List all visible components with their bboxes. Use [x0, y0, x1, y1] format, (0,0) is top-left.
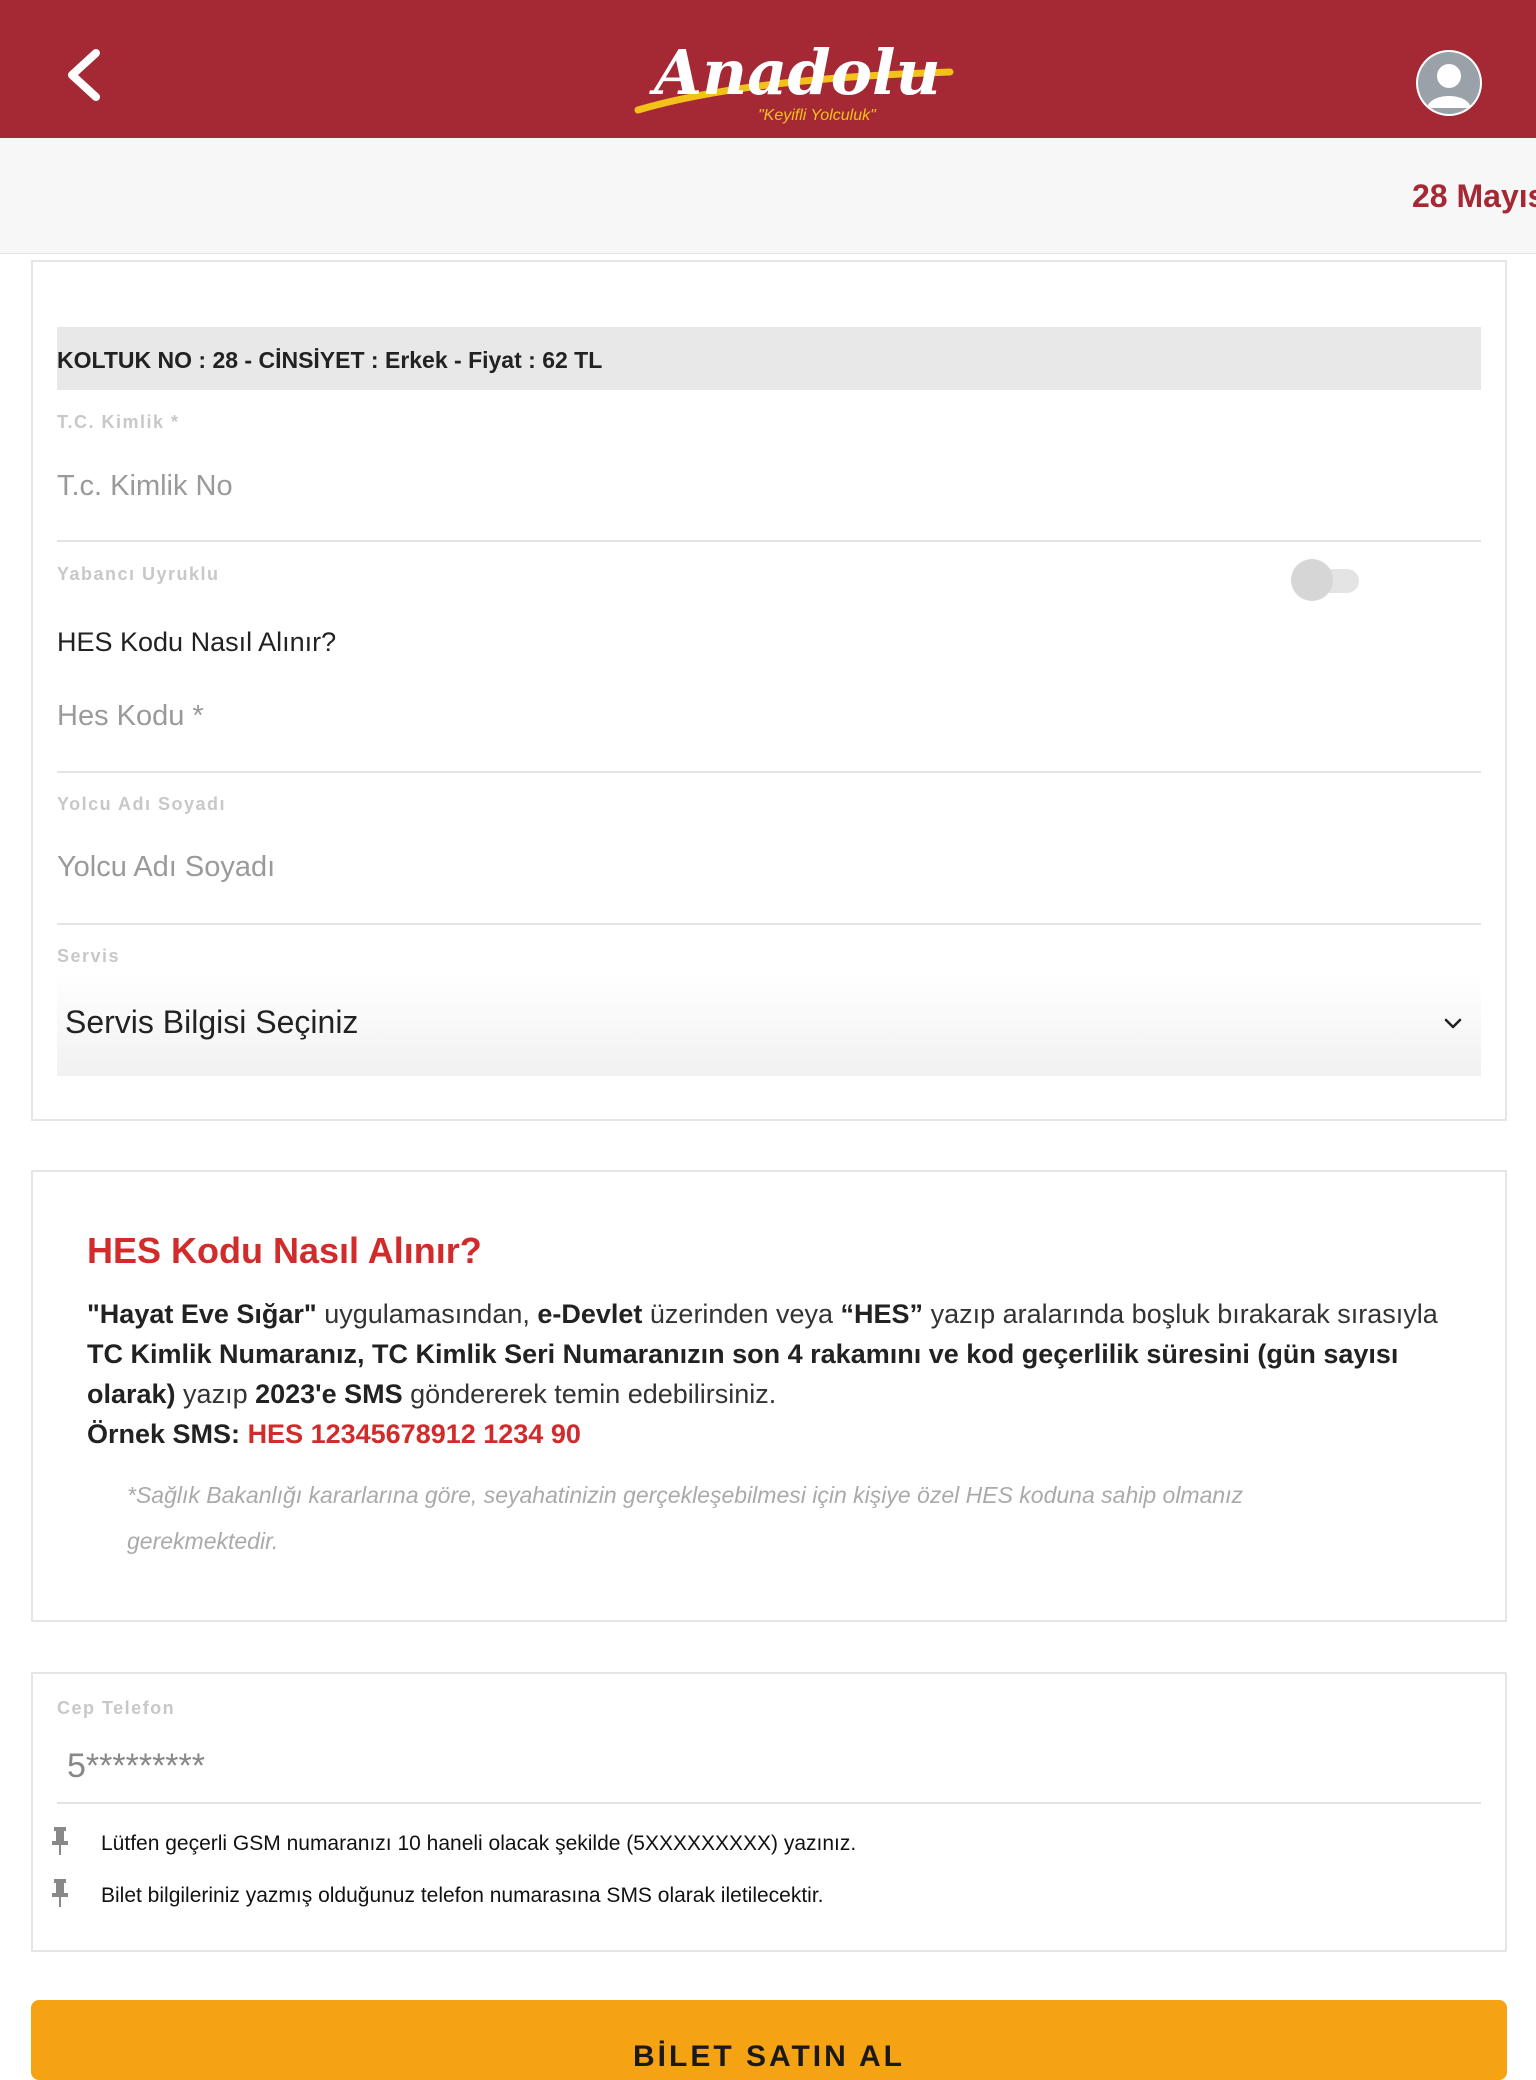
pin-icon	[52, 1879, 68, 1907]
brand-name: Anadolu	[649, 38, 941, 109]
hes-text: yazıp aralarında boşluk bırakarak sırası…	[923, 1299, 1438, 1329]
hes-text-edevlet: e-Devlet	[537, 1299, 643, 1329]
hes-help-link[interactable]: HES Kodu Nasıl Alınır?	[57, 627, 336, 658]
tc-underline	[57, 540, 1481, 542]
travel-date[interactable]: 28 Mayıs	[1412, 178, 1536, 215]
chevron-left-icon	[68, 49, 100, 101]
seat-info-bar: KOLTUK NO : 28 - CİNSİYET : Erkek - Fiya…	[57, 327, 1481, 390]
seat-info-text: KOLTUK NO : 28 - CİNSİYET : Erkek - Fiya…	[57, 347, 603, 373]
phone-label: Cep Telefon	[57, 1698, 176, 1718]
service-label: Servis	[57, 946, 121, 966]
chevron-down-icon	[1444, 1018, 1462, 1029]
passenger-name-input[interactable]	[57, 837, 1481, 897]
profile-avatar[interactable]	[1416, 50, 1482, 116]
example-sms-value: HES 12345678912 1234 90	[247, 1419, 581, 1449]
service-select[interactable]: Servis Bilgisi Seçiniz	[57, 974, 1481, 1076]
phone-input[interactable]	[67, 1736, 1481, 1796]
service-select-value: Servis Bilgisi Seçiniz	[65, 1004, 359, 1040]
hes-info-body: "Hayat Eve Sığar" uygulamasından, e-Devl…	[87, 1294, 1467, 1454]
hes-text-keyword: “HES”	[840, 1299, 924, 1329]
buy-ticket-button[interactable]: BİLET SATIN AL	[31, 2000, 1507, 2080]
name-label: Yolcu Adı Soyadı	[57, 794, 227, 814]
pin-icon	[52, 1827, 68, 1855]
back-button[interactable]	[60, 45, 112, 105]
hes-underline	[57, 771, 1481, 773]
health-ministry-note: *Sağlık Bakanlığı kararlarına göre, seya…	[127, 1482, 1244, 1554]
phone-underline	[57, 1802, 1481, 1804]
hes-text: yazıp	[175, 1379, 256, 1409]
app-header: Anadolu "Keyifli Yolculuk"	[0, 0, 1536, 138]
foreign-label: Yabancı Uyruklu	[57, 564, 220, 584]
toggle-knob	[1291, 559, 1333, 601]
hes-code-input[interactable]	[57, 686, 1481, 746]
tc-kimlik-input[interactable]	[57, 456, 1481, 516]
foreign-nationality-toggle[interactable]	[1291, 558, 1363, 602]
hes-text-app: "Hayat Eve Sığar"	[87, 1299, 317, 1329]
hes-text: uygulamasından,	[316, 1299, 538, 1329]
passenger-card: KOLTUK NO : 28 - CİNSİYET : Erkek - Fiya…	[31, 260, 1507, 1121]
example-sms-label: Örnek SMS:	[87, 1419, 241, 1449]
name-underline	[57, 923, 1481, 925]
hes-text: üzerinden veya	[642, 1299, 841, 1329]
hes-text-sms-number: 2023'e SMS	[255, 1379, 403, 1409]
phone-card: Cep Telefon Lütfen geçerli GSM numaranız…	[31, 1672, 1507, 1952]
tc-label: T.C. Kimlik *	[57, 412, 180, 432]
brand-logo[interactable]: Anadolu "Keyifli Yolculuk"	[630, 36, 980, 128]
hes-info-title: HES Kodu Nasıl Alınır?	[87, 1230, 482, 1271]
brand-slogan: "Keyifli Yolculuk"	[758, 107, 877, 124]
date-strip: 28 Mayıs	[0, 138, 1536, 254]
hes-text: göndererek temin edebilirsiniz.	[402, 1379, 777, 1409]
sms-info-text: Bilet bilgileriniz yazmış olduğunuz tele…	[101, 1884, 824, 1907]
user-avatar-icon	[1418, 52, 1480, 114]
hes-info-card: HES Kodu Nasıl Alınır? "Hayat Eve Sığar"…	[31, 1170, 1507, 1622]
gsm-info-text: Lütfen geçerli GSM numaranızı 10 haneli …	[101, 1832, 857, 1855]
